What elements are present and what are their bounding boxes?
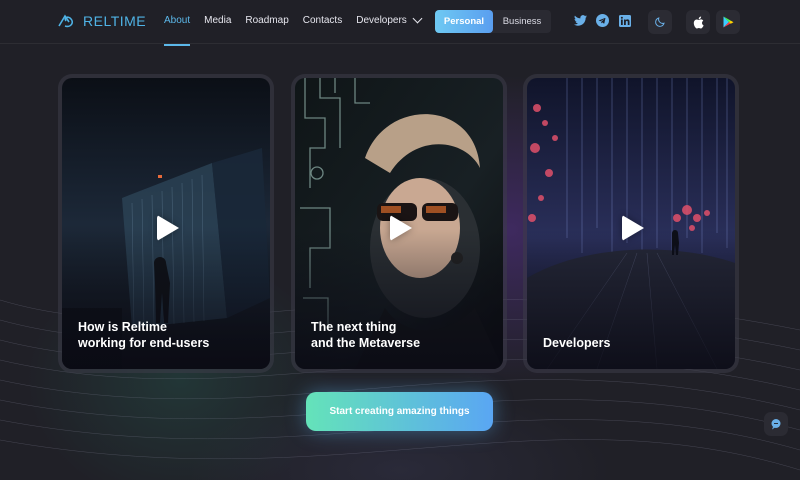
video-card-3-frame: Developers	[523, 74, 739, 373]
nav-item-developers-label: Developers	[356, 15, 407, 26]
theme-toggle-button[interactable]	[648, 10, 672, 34]
nav-item-developers[interactable]: Developers	[356, 13, 423, 26]
audience-toggle: Personal Business	[435, 10, 551, 33]
play-icon[interactable]	[622, 215, 644, 241]
video-card-1-frame: How is Reltime working for end-users	[58, 74, 274, 373]
nav-item-about[interactable]: About	[164, 15, 190, 26]
telegram-icon[interactable]	[596, 14, 609, 27]
linkedin-icon[interactable]	[618, 14, 631, 27]
chat-bubble-icon	[771, 419, 781, 430]
video-card-2-frame: The next thing and the Metaverse	[291, 74, 507, 373]
start-creating-button[interactable]: Start creating amazing things	[306, 392, 493, 431]
google-play-button[interactable]	[716, 10, 740, 34]
card-title: The next thing and the Metaverse	[311, 320, 421, 350]
chevron-down-icon	[412, 13, 423, 24]
chat-button[interactable]	[764, 412, 788, 436]
nav-item-media[interactable]: Media	[204, 15, 231, 26]
card-title: How is Reltime working for end-users	[78, 320, 210, 350]
brand-name: RELTIME	[83, 13, 147, 29]
play-icon[interactable]	[390, 215, 412, 241]
nav-item-roadmap[interactable]: Roadmap	[245, 15, 288, 26]
top-navbar: RELTIME About Media Roadmap Contacts Dev…	[0, 0, 800, 46]
toggle-business[interactable]: Business	[493, 10, 551, 33]
reltime-logo-icon	[58, 14, 73, 28]
twitter-icon[interactable]	[574, 14, 587, 27]
google-play-icon	[723, 16, 733, 28]
nav-item-contacts[interactable]: Contacts	[303, 15, 342, 26]
moon-icon	[655, 17, 665, 27]
social-links	[574, 14, 631, 27]
brand-logo[interactable]: RELTIME	[57, 12, 146, 30]
apple-icon	[693, 16, 704, 29]
video-card-metaverse[interactable]: The next thing and the Metaverse	[295, 78, 503, 369]
card-title: Developers	[543, 336, 611, 350]
toggle-personal[interactable]: Personal	[435, 10, 493, 33]
video-card-developers[interactable]: Developers	[527, 78, 735, 369]
main-nav: About Media Roadmap Contacts Developers	[164, 13, 435, 26]
play-icon[interactable]	[157, 215, 179, 241]
active-nav-indicator	[164, 44, 190, 46]
app-store-button[interactable]	[686, 10, 710, 34]
video-card-end-users[interactable]: How is Reltime working for end-users	[62, 78, 270, 369]
